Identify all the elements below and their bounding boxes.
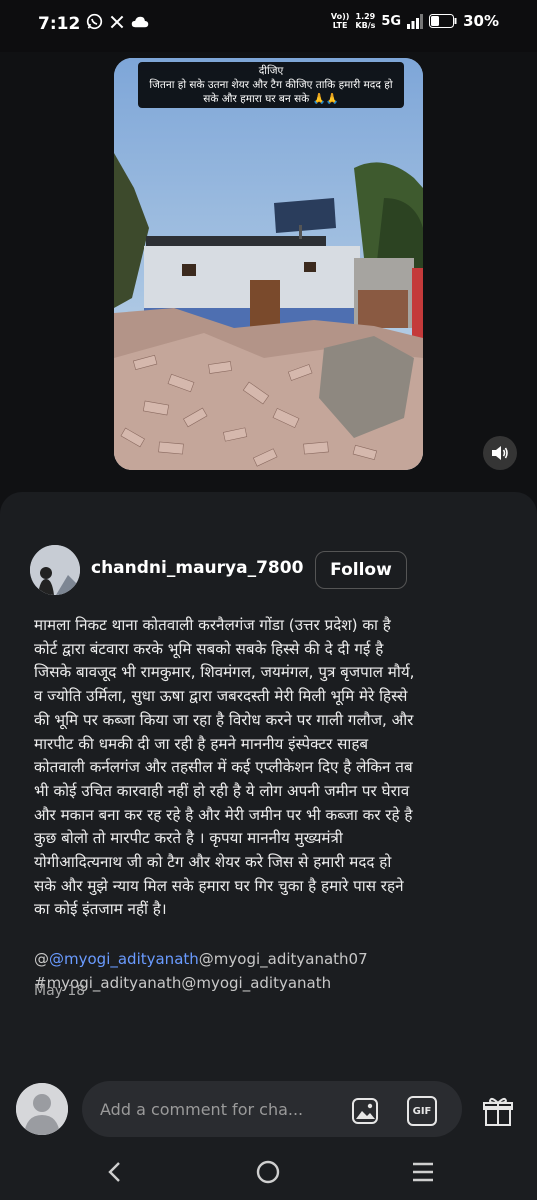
mention-link[interactable]: myogi_adityanath	[196, 974, 331, 992]
post-tags: @@myogi_adityanath@myogi_adityanath07 #m…	[34, 947, 512, 995]
gif-icon: GIF	[412, 1105, 432, 1117]
gift-icon	[483, 1097, 513, 1126]
media-caption: दीजिए जितना हो सके उतना शेयर और टैग कीजि…	[138, 62, 404, 108]
author-username[interactable]: chandni_maurya_7800	[91, 558, 303, 578]
caption-line: जिसके बावजूद भी रामकुमार, शिवमंगल, जयमंग…	[34, 663, 415, 682]
image-icon	[352, 1098, 378, 1124]
caption-line: कोर्ट द्वारा बंटवारा करके भूमि सबको सबके…	[34, 639, 384, 658]
notification-icons	[86, 13, 149, 30]
caption-line: भी कोई उचित कारवाही नहीं हो रही है ये लो…	[34, 781, 410, 800]
caption-line: कुछ बोलो तो मारपीट करते है । कृपया माननी…	[34, 829, 343, 848]
network-type: 5G	[381, 13, 402, 29]
recents-icon[interactable]	[411, 1161, 435, 1183]
threads-icon: @	[181, 974, 197, 992]
user-avatar[interactable]	[16, 1083, 68, 1135]
post-date: May 18	[34, 983, 86, 999]
threads-icon: @	[34, 950, 49, 968]
whatsapp-icon	[86, 13, 103, 30]
back-icon[interactable]	[105, 1161, 125, 1183]
caption-line: व ज्योति उर्मिला, सुधा ऊषा द्वारा जबरदस्…	[34, 687, 408, 706]
caption-line: योगीआदित्यनाथ जी को टैग और शेयर करे जिस …	[34, 853, 392, 872]
system-icons: Vo)) LTE 1.29 KB/s 5G 30%	[331, 12, 499, 30]
status-time: 7:12	[38, 14, 81, 34]
signal-icon	[407, 13, 424, 29]
gift-button[interactable]	[481, 1094, 515, 1128]
follow-button[interactable]: Follow	[315, 551, 407, 589]
caption-line-2: जितना हो सके उतना शेयर और टैग कीजिए ताकि…	[149, 79, 393, 91]
post-caption-text: मामला निकट थाना कोतवाली करनैलगंज गोंडा (…	[34, 614, 512, 922]
system-nav-bar	[0, 1150, 537, 1200]
caption-line-3: सके और हमारा घर बन सके 🙏🙏	[203, 93, 339, 105]
home-icon[interactable]	[255, 1159, 281, 1185]
caption-line: मामला निकट थाना कोतवाली करनैलगंज गोंडा (…	[34, 616, 391, 634]
post-media[interactable]: दीजिए जितना हो सके उतना शेयर और टैग कीजि…	[114, 58, 423, 470]
network-bottom: LTE	[332, 21, 348, 30]
gif-button[interactable]: GIF	[407, 1096, 437, 1126]
threads-icon: @	[198, 950, 214, 968]
caption-line-1: दीजिए	[258, 65, 284, 77]
author-avatar[interactable]	[30, 545, 80, 595]
cloud-icon	[131, 16, 149, 27]
status-bar: 7:12 Vo)) LTE 1.29 KB/s 5G 30%	[0, 0, 537, 52]
speed-unit: KB/s	[355, 21, 376, 30]
network-top: Vo))	[330, 12, 350, 21]
caption-line: सके और मुझे न्याय मिल सके हमारा घर गिर च…	[34, 876, 404, 895]
mention-link[interactable]: @myogi_adityanath	[49, 950, 199, 968]
speaker-icon	[492, 446, 508, 460]
caption-line: मारपीट की धमकी दी जा रही है हमने माननीय …	[34, 734, 369, 753]
speed-value: 1.29	[355, 12, 376, 21]
collapsed-house-photo	[114, 58, 423, 470]
battery-percent: 30%	[463, 12, 499, 30]
caption-line: की भूमि पर कब्जा किया जा रहा है विरोध कर…	[34, 710, 414, 729]
attach-image-button[interactable]	[350, 1096, 380, 1126]
mute-toggle-button[interactable]	[483, 436, 517, 470]
caption-line: का कोई इंतजाम नहीं है।	[34, 900, 167, 919]
caption-line: और मकान बना कर रह रहे है और मेरी जमीन पर…	[34, 805, 413, 824]
comment-placeholder: Add a comment for cha...	[100, 1100, 304, 1119]
x-icon	[110, 15, 124, 28]
caption-line: कोतवाली कर्नलगंज और तहसील में कई एप्लीके…	[34, 758, 413, 777]
mention-link[interactable]: myogi_adityanath07	[214, 950, 368, 968]
battery-icon	[429, 14, 457, 28]
